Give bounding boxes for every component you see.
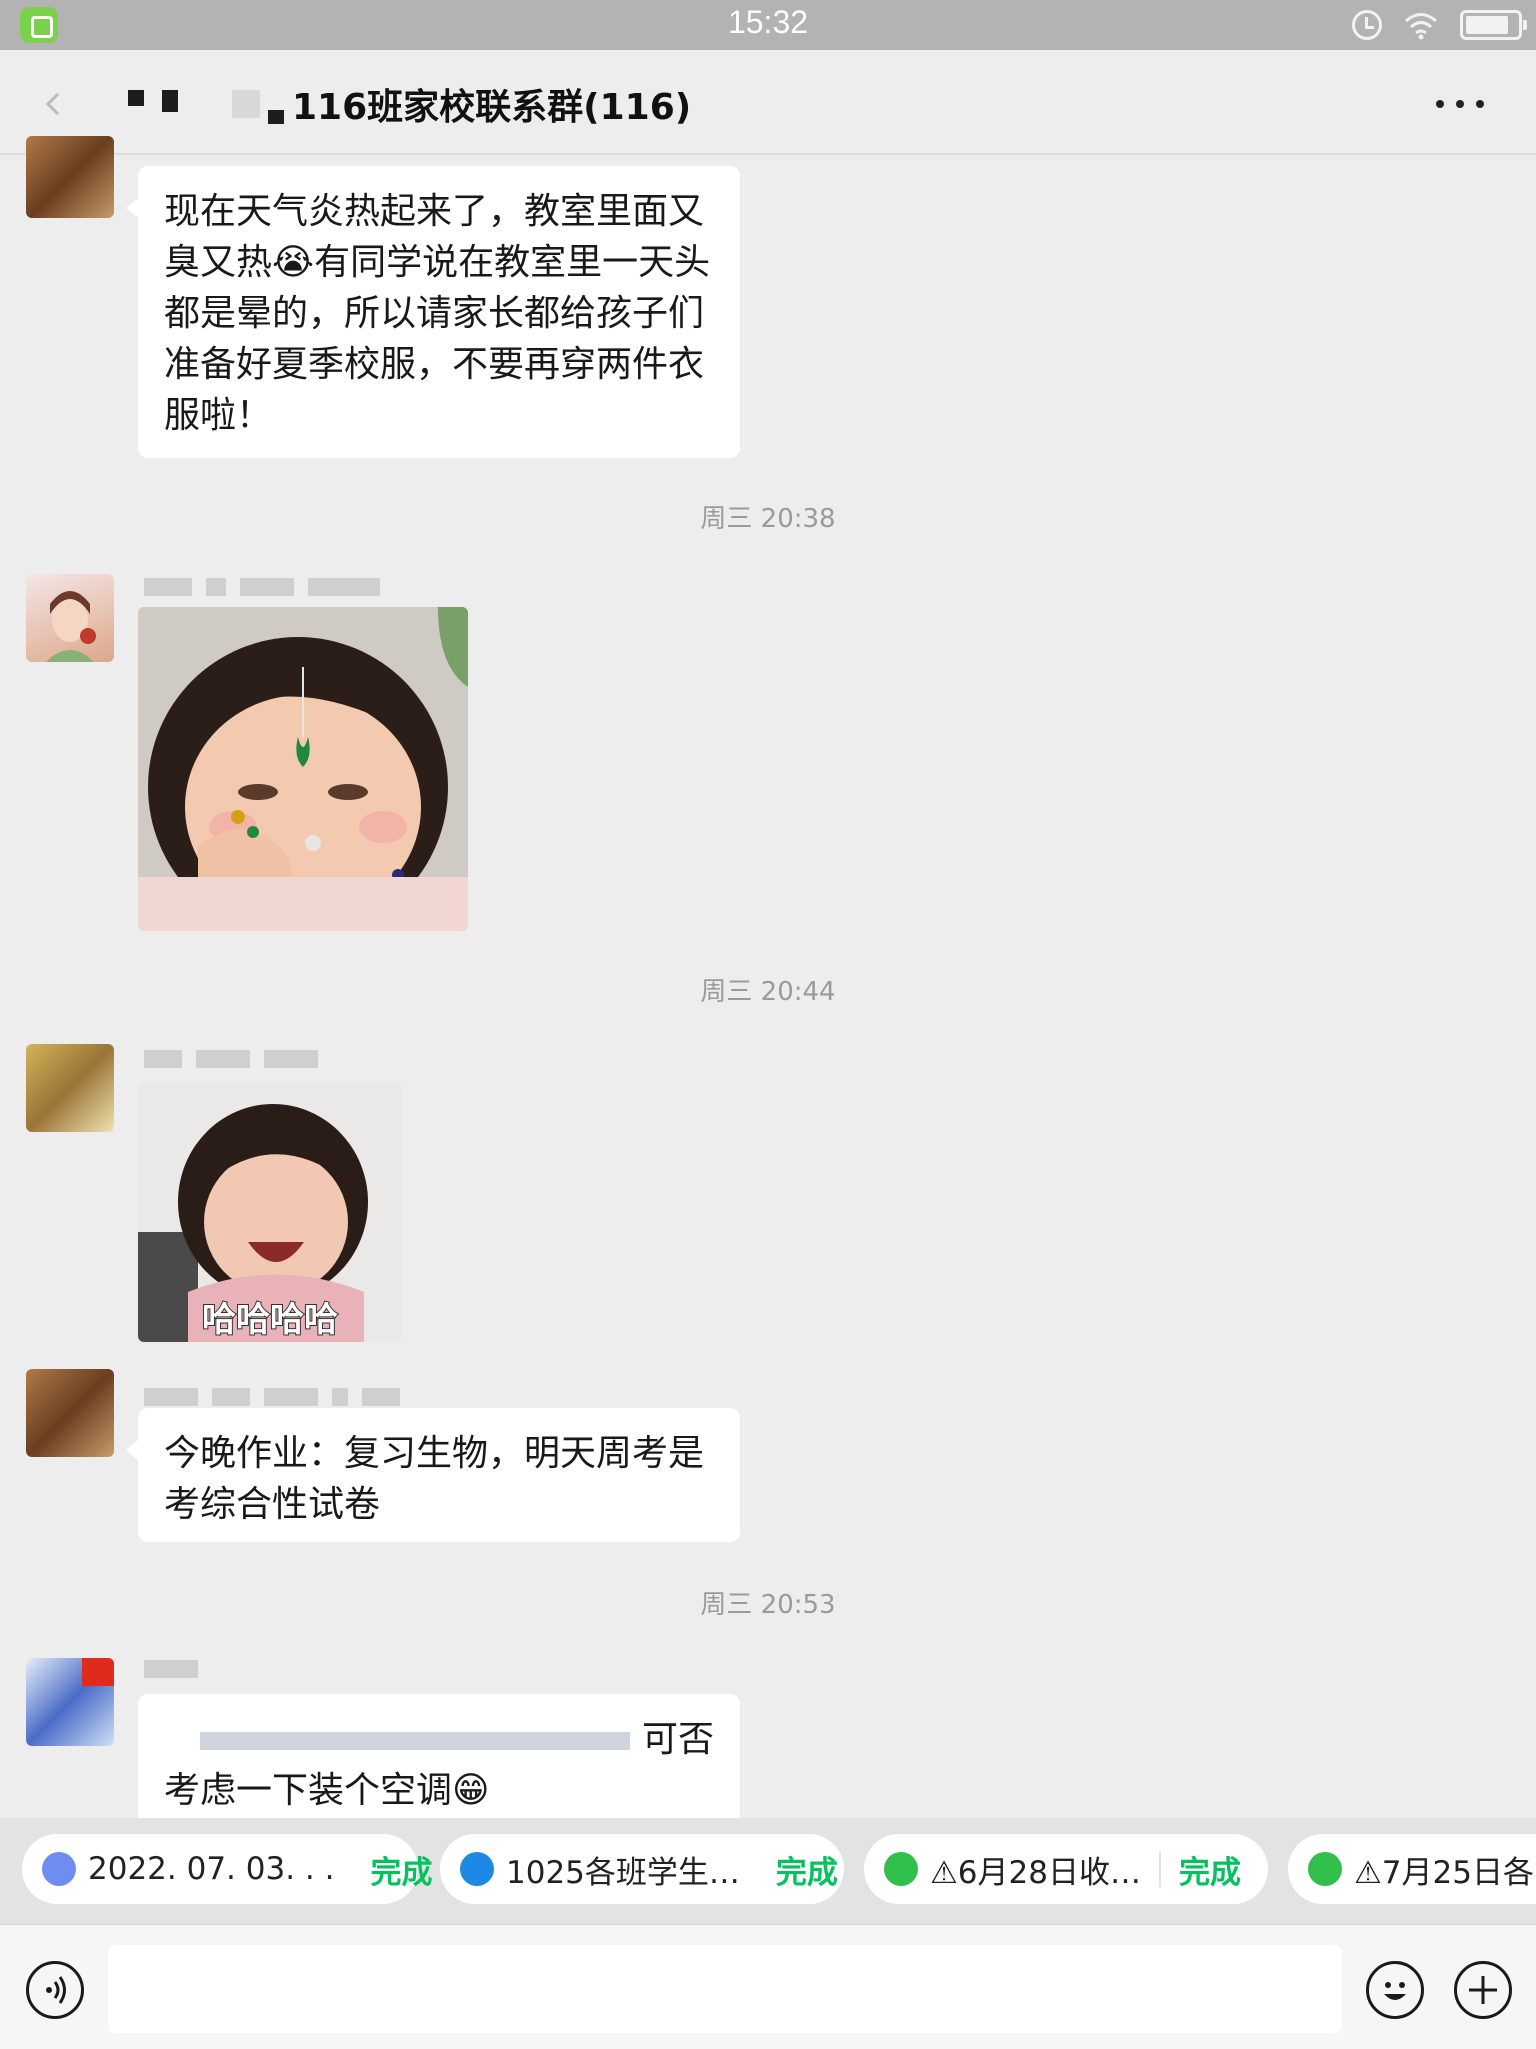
quick-action-chip[interactable]: 1025各班学生… 完成: [440, 1834, 844, 1904]
chat-header: 116班家校联系群(116): [0, 50, 1536, 155]
message-text: 今晚作业：复习生物，明天周考是考综合性试卷: [164, 1433, 705, 1525]
redacted-name-block: [162, 90, 178, 112]
timestamp: 周三 20:53: [700, 1590, 836, 1620]
avatar-illustration-icon: [46, 591, 96, 662]
avatar[interactable]: [26, 1044, 114, 1132]
message-bubble[interactable]: 今晚作业：复习生物，明天周考是考综合性试卷: [126, 1408, 740, 1542]
status-bar: 15:32: [0, 0, 1536, 50]
battery-icon: [1460, 10, 1527, 40]
input-bar: [0, 1924, 1536, 2049]
sender-name-redacted: [144, 1388, 400, 1410]
done-label[interactable]: 完成: [1179, 1847, 1241, 1892]
message-first-line: 可否: [164, 1714, 714, 1765]
message-text: 现在天气炎热起来了，教室里面又臭又热😭有同学说在教室里一天头都是晕的，所以请家长…: [164, 191, 711, 436]
quick-action-chip[interactable]: 2022. 07. 03. . . 完成: [22, 1834, 432, 1904]
status-time: 15:32: [727, 4, 809, 40]
emoji-icon: [1384, 1982, 1406, 2000]
avatar[interactable]: [26, 136, 114, 218]
alarm-icon: [1352, 10, 1382, 40]
message-text: 考虑一下装个空调😁: [164, 1770, 490, 1811]
page-title: 116班家校联系群(116): [292, 87, 692, 128]
avatar[interactable]: [26, 1658, 114, 1746]
more-options-button[interactable]: [1436, 100, 1484, 112]
emoji-button[interactable]: [1366, 1961, 1424, 2019]
redacted-name-block: [128, 90, 144, 106]
image-caption: 哈哈哈哈: [201, 1299, 339, 1341]
chat-image[interactable]: 哈哈哈哈: [138, 1082, 402, 1342]
dot-icon: [1456, 100, 1464, 108]
quick-actions-bar: 2022. 07. 03. . . 完成 1025各班学生… 完成 ⚠6月28日…: [0, 1818, 1536, 1924]
more-actions-button[interactable]: [1454, 1961, 1512, 2019]
baby-photo-icon: [138, 607, 468, 931]
status-icons: [1352, 9, 1527, 41]
plus-icon: [1469, 1976, 1497, 2004]
dot-icon: [1476, 100, 1484, 108]
dot-icon: [1436, 100, 1444, 108]
voice-icon: [46, 1976, 66, 2004]
avatar[interactable]: [26, 574, 114, 662]
sender-name-redacted: [144, 1660, 198, 1682]
chip-app-icon: [42, 1852, 76, 1886]
voice-input-button[interactable]: [26, 1961, 84, 2019]
message-input[interactable]: [108, 1945, 1342, 2033]
chip-app-icon: [1308, 1852, 1342, 1886]
message-bubble[interactable]: 现在天气炎热起来了，教室里面又臭又热😭有同学说在教室里一天头都是晕的，所以请家长…: [126, 166, 740, 458]
sender-name-redacted: [144, 1050, 318, 1072]
sender-name-redacted: [144, 578, 380, 600]
done-label[interactable]: 完成: [370, 1847, 432, 1892]
redacted-mention: [200, 1732, 630, 1750]
timestamp: 周三 20:38: [700, 504, 836, 534]
message-bubble[interactable]: 可否 考虑一下装个空调😁: [138, 1694, 740, 1818]
wifi-icon: [1405, 13, 1437, 40]
chip-app-icon: [460, 1852, 494, 1886]
redacted-name-block: [232, 90, 260, 118]
quick-action-chip[interactable]: ⚠6月28日收… 完成: [864, 1834, 1268, 1904]
quick-action-chip[interactable]: ⚠7月25日各… 完成: [1288, 1834, 1536, 1904]
chip-app-icon: [884, 1852, 918, 1886]
avatar-badge: [82, 1658, 114, 1686]
redacted-name-block: [268, 110, 284, 124]
avatar[interactable]: [26, 1369, 114, 1457]
done-label[interactable]: 完成: [776, 1847, 838, 1892]
message-text: 可否: [641, 1719, 714, 1760]
timestamp: 周三 20:44: [700, 977, 836, 1007]
chat-image[interactable]: [138, 607, 468, 931]
back-icon[interactable]: [42, 88, 72, 118]
